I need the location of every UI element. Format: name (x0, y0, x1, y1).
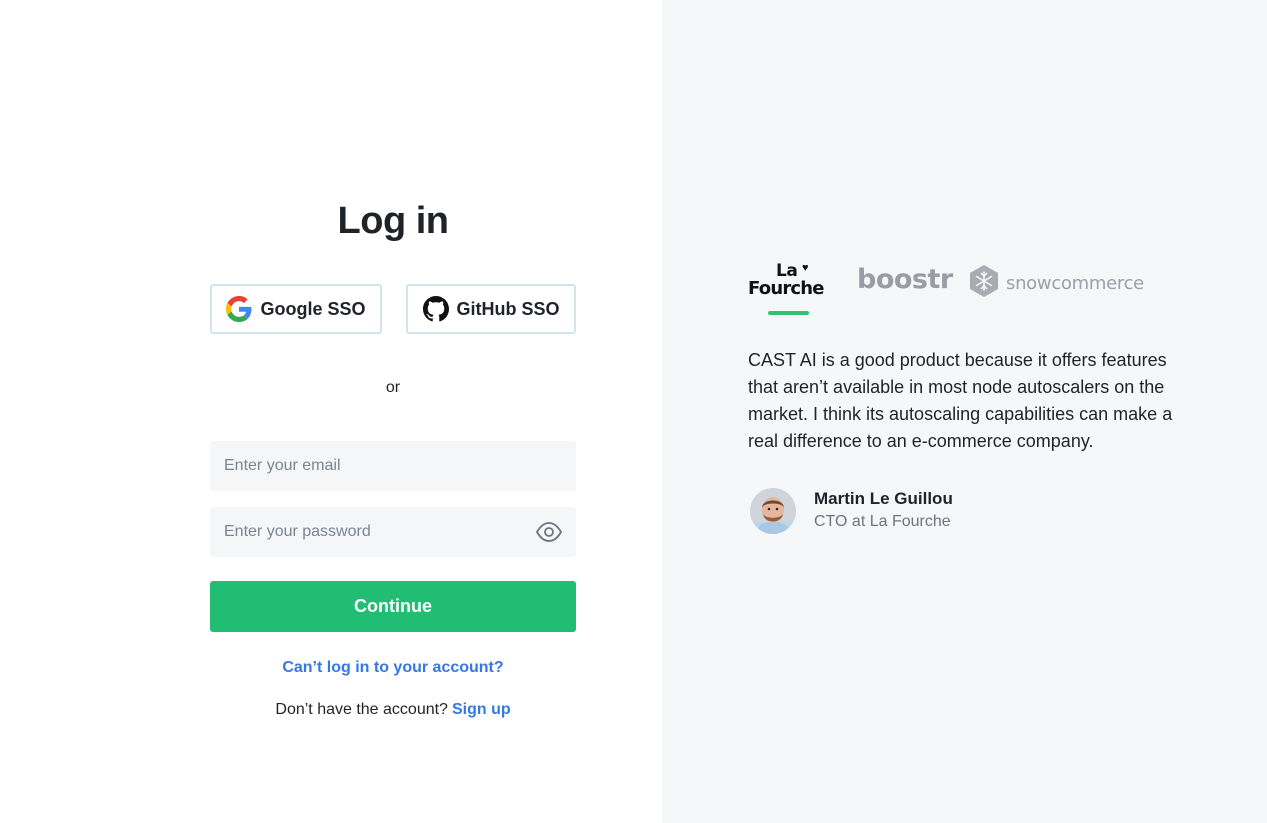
logo-snowcommerce-text: snowcommerce (1006, 273, 1144, 294)
logo-la-fourche[interactable]: La ♥ Fourche (748, 261, 830, 301)
avatar (750, 488, 796, 534)
google-sso-button[interactable]: Google SSO (210, 284, 382, 334)
google-sso-label: Google SSO (260, 298, 366, 319)
signup-link[interactable]: Sign up (452, 701, 511, 718)
heart-icon: ♥ (802, 262, 809, 274)
signup-row: Don’t have the account? Sign up (0, 701, 786, 719)
google-icon (226, 296, 252, 322)
password-field-container (210, 507, 576, 557)
github-sso-label: GitHub SSO (456, 298, 560, 319)
email-input[interactable] (210, 441, 576, 491)
login-panel (0, 0, 662, 823)
snowflake-icon (968, 264, 1000, 303)
logo-la-fourche-line2: Fourche (748, 278, 825, 299)
author-role: CTO at La Fourche (814, 513, 951, 530)
author-name: Martin Le Guillou (814, 489, 953, 508)
or-divider: or (385, 379, 401, 396)
eye-icon[interactable] (535, 520, 563, 544)
active-logo-indicator (768, 311, 809, 315)
testimonial-quote: CAST AI is a good product because it off… (748, 350, 1173, 451)
github-icon (422, 296, 449, 322)
continue-button[interactable]: Continue (210, 581, 576, 632)
logo-snowcommerce[interactable]: snowcommerce (968, 264, 1144, 303)
forgot-account-link[interactable]: Can’t log in to your account? (0, 659, 786, 677)
email-field-container (210, 441, 576, 491)
page-title: Log in (337, 200, 449, 242)
signup-prompt: Don’t have the account? (275, 701, 448, 718)
password-input[interactable] (210, 507, 576, 557)
github-sso-button[interactable]: GitHub SSO (406, 284, 576, 334)
logo-boostr[interactable]: boostr (857, 264, 953, 295)
